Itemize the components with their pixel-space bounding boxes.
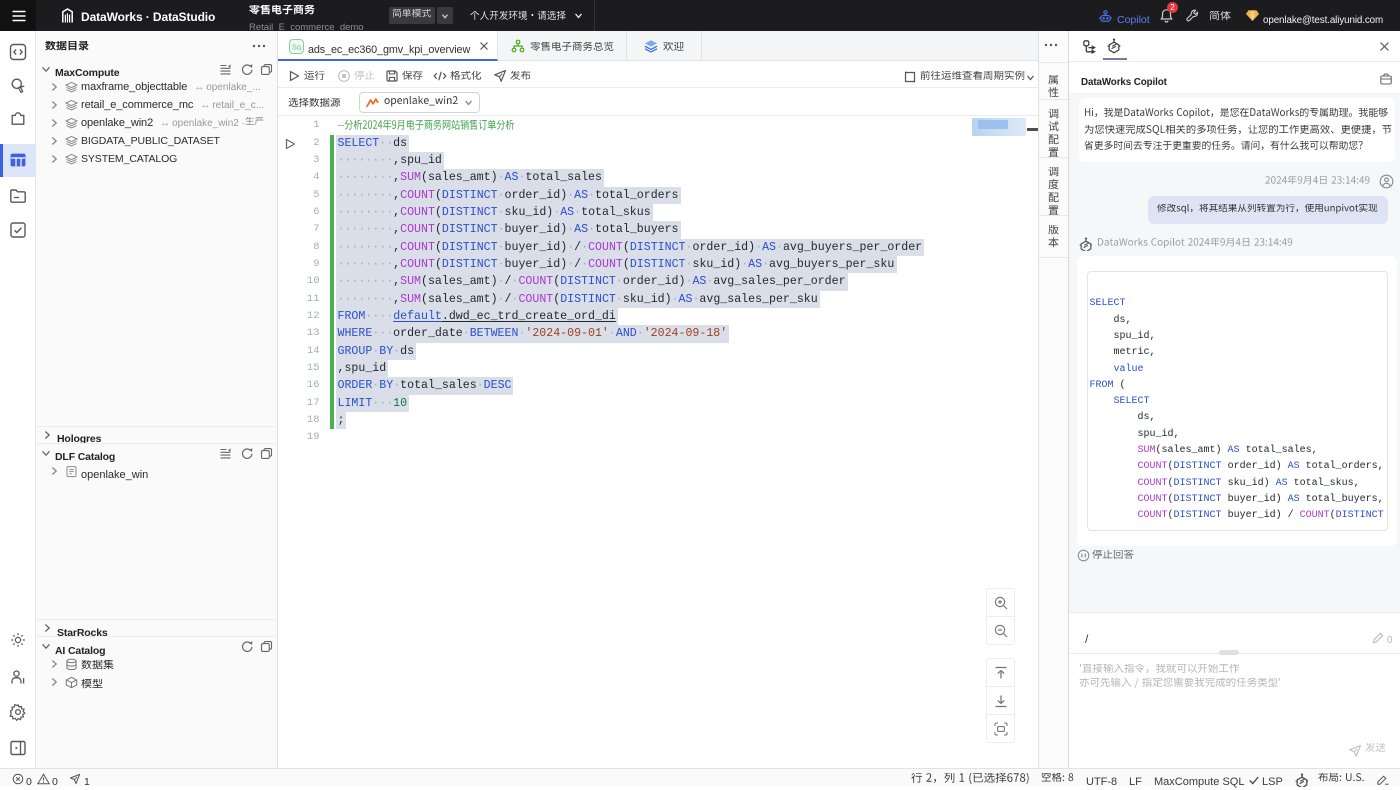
svg-text:Sq: Sq: [292, 42, 301, 51]
